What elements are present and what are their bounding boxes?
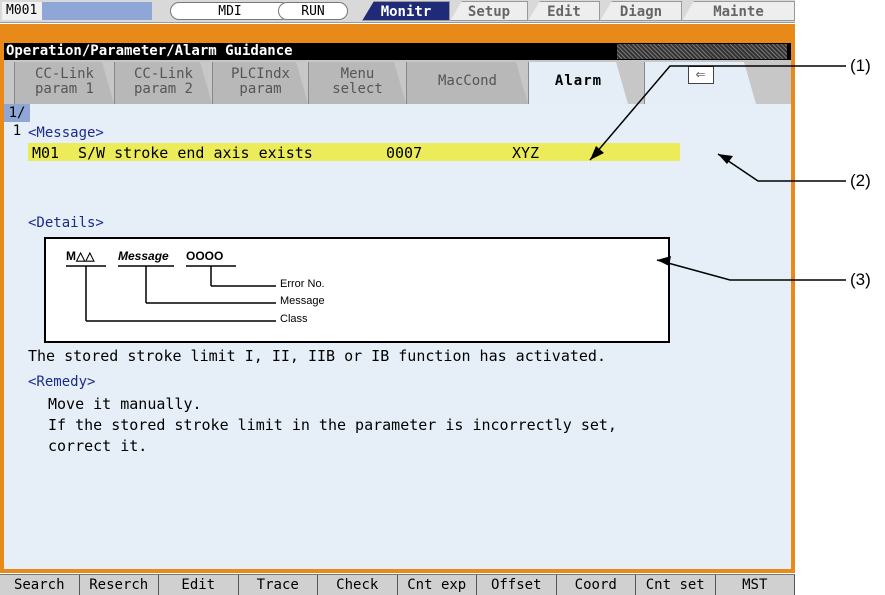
- callout-label-3: (3): [850, 270, 871, 289]
- callout-arrows: [589, 65, 846, 281]
- callout-label-1: (1): [850, 56, 871, 75]
- callout-label-2: (2): [850, 171, 871, 190]
